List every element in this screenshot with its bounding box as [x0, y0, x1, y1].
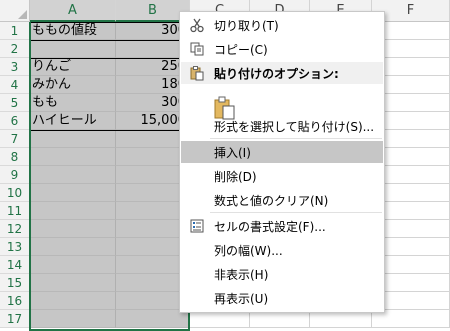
paste-options-icon: [188, 64, 206, 82]
menu-label-column-width: 列の幅(W)...: [214, 243, 283, 258]
row-header-10[interactable]: 10: [0, 184, 30, 202]
cell-a8[interactable]: [30, 148, 116, 166]
menu-item-column-width[interactable]: 列の幅(W)...: [181, 239, 383, 261]
row-header-8[interactable]: 8: [0, 148, 30, 166]
row-header-13[interactable]: 13: [0, 238, 30, 256]
cell-a12[interactable]: [30, 220, 116, 238]
cell-a6[interactable]: ハイヒール: [30, 112, 116, 130]
cell-a7[interactable]: [30, 130, 116, 148]
menu-separator: [210, 212, 382, 213]
paste-options-header: 貼り付けのオプション:: [181, 62, 383, 84]
menu-item-format-cells[interactable]: セルの書式設定(F)...: [181, 215, 383, 237]
scissors-icon: [188, 16, 206, 34]
menu-item-insert[interactable]: 挿入(I): [181, 141, 383, 163]
menu-item-clear-contents[interactable]: 数式と値のクリア(N): [181, 189, 383, 211]
menu-item-delete[interactable]: 削除(D): [181, 165, 383, 187]
row-header-3[interactable]: 3: [0, 58, 30, 76]
menu-label-cut: 切り取り(T): [214, 18, 279, 33]
cell-a16[interactable]: [30, 292, 116, 310]
cell-a11[interactable]: [30, 202, 116, 220]
row-header-7[interactable]: 7: [0, 130, 30, 148]
menu-item-unhide[interactable]: 再表示(U): [181, 287, 383, 309]
row-header-2[interactable]: 2: [0, 40, 30, 58]
cell-a10[interactable]: [30, 184, 116, 202]
column-header-a[interactable]: A: [30, 0, 116, 22]
menu-label-paste-options: 貼り付けのオプション:: [214, 66, 339, 81]
menu-label-hide: 非表示(H): [214, 267, 269, 282]
cell-a14[interactable]: [30, 256, 116, 274]
menu-label-paste-special: 形式を選択して貼り付け(S)...: [214, 119, 375, 134]
menu-label-format-cells: セルの書式設定(F)...: [214, 219, 326, 234]
menu-item-cut[interactable]: 切り取り(T): [181, 14, 383, 36]
row-header-4[interactable]: 4: [0, 76, 30, 94]
cell-a15[interactable]: [30, 274, 116, 292]
menu-separator: [210, 138, 382, 139]
row-header-16[interactable]: 16: [0, 292, 30, 310]
menu-item-paste-special[interactable]: 形式を選択して貼り付け(S)...: [181, 115, 383, 137]
row-header-12[interactable]: 12: [0, 220, 30, 238]
cell-a17[interactable]: [30, 310, 116, 328]
menu-label-delete: 削除(D): [214, 169, 257, 184]
cell-a5[interactable]: もも: [30, 94, 116, 112]
menu-label-unhide: 再表示(U): [214, 291, 269, 306]
menu-label-clear-contents: 数式と値のクリア(N): [214, 193, 329, 208]
cell-a9[interactable]: [30, 166, 116, 184]
row-header-6[interactable]: 6: [0, 112, 30, 130]
row-header-1[interactable]: 1: [0, 22, 30, 40]
row-header-11[interactable]: 11: [0, 202, 30, 220]
cell-a2[interactable]: [30, 40, 116, 58]
menu-label-copy: コピー(C): [214, 42, 268, 57]
row-header-14[interactable]: 14: [0, 256, 30, 274]
select-all-corner[interactable]: [0, 0, 30, 22]
copy-icon: [188, 40, 206, 58]
menu-label-insert: 挿入(I): [214, 145, 251, 160]
menu-item-hide[interactable]: 非表示(H): [181, 263, 383, 285]
cell-a13[interactable]: [30, 238, 116, 256]
row-header-9[interactable]: 9: [0, 166, 30, 184]
format-cells-icon: [188, 217, 206, 235]
cell-a1[interactable]: ももの値段: [30, 22, 116, 40]
cell-a4[interactable]: みかん: [30, 76, 116, 94]
cell-a3[interactable]: りんご: [30, 58, 116, 76]
row-header-5[interactable]: 5: [0, 94, 30, 112]
context-menu: 切り取り(T) コピー(C) 貼り付けのオプション: 形式を選択して貼り付け(S…: [179, 11, 385, 313]
menu-item-copy[interactable]: コピー(C): [181, 38, 383, 60]
row-header-15[interactable]: 15: [0, 274, 30, 292]
row-header-17[interactable]: 17: [0, 310, 30, 328]
